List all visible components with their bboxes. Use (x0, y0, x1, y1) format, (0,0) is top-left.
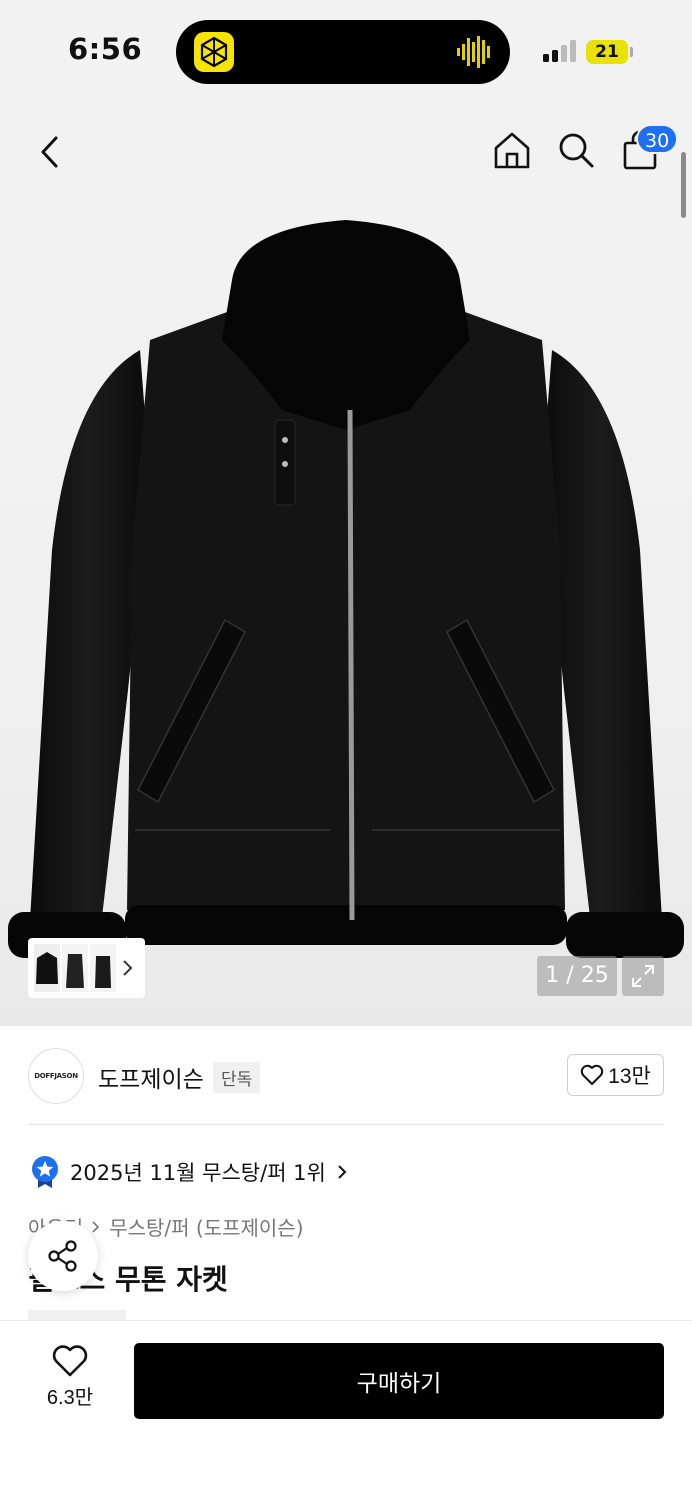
battery-indicator: 21 (586, 40, 628, 64)
share-button[interactable] (28, 1221, 98, 1291)
thumbnail-strip[interactable] (28, 938, 145, 998)
chevron-right-icon (92, 1220, 100, 1233)
home-button[interactable] (490, 128, 534, 172)
chevron-right-icon (123, 960, 133, 976)
heart-icon (580, 1064, 604, 1085)
ranking-badge-icon (32, 1156, 58, 1188)
scroll-indicator (681, 152, 686, 218)
product-like-button[interactable]: 6.3만 (30, 1345, 110, 1417)
heart-icon (52, 1345, 88, 1377)
chevron-left-icon (41, 136, 58, 168)
brand-name[interactable]: 도프제이슨 (98, 1060, 204, 1094)
product-like-count: 6.3만 (46, 1387, 94, 1409)
home-icon (494, 132, 530, 169)
thumbnail-1[interactable] (34, 944, 60, 992)
battery-tip (630, 47, 633, 57)
chevron-right-icon (338, 1165, 347, 1179)
breadcrumb-level2[interactable]: 무스탕/퍼 (도프제이슨) (109, 1212, 303, 1241)
brand-logo[interactable]: DOFFJASON (28, 1048, 84, 1104)
search-button[interactable] (554, 128, 598, 172)
brand-like-count: 13만 (608, 1065, 651, 1088)
dynamic-island (176, 20, 510, 84)
app-logo-icon (194, 32, 234, 72)
thumbnail-2[interactable] (62, 944, 88, 992)
status-time: 6:56 (68, 32, 143, 66)
fullscreen-button[interactable] (622, 956, 664, 996)
search-icon (559, 133, 594, 168)
cart-count-badge: 30 (636, 124, 679, 154)
audio-wave-icon (456, 34, 492, 70)
thumbnail-3[interactable] (90, 944, 116, 992)
product-photo (8, 220, 684, 958)
status-bar: 6:56 21 (0, 0, 692, 100)
product-image-gallery[interactable]: 30 1 / 25 (0, 100, 692, 1026)
cellular-signal-icon (543, 40, 577, 62)
back-button[interactable] (28, 130, 72, 174)
bottom-action-bar: 6.3만 구매하기 (0, 1320, 692, 1500)
section-divider (28, 1124, 664, 1125)
image-counter: 1 / 25 (537, 956, 617, 996)
exclusive-badge: 단독 (213, 1062, 261, 1093)
ranking-link[interactable]: 2025년 11월 무스탕/퍼 1위 (30, 1154, 348, 1190)
share-icon (48, 1240, 77, 1272)
ranking-text: 2025년 11월 무스탕/퍼 1위 (70, 1161, 326, 1185)
brand-row: DOFFJASON 도프제이슨 단독 13만 (0, 1026, 692, 1126)
buy-button[interactable]: 구매하기 (134, 1343, 664, 1419)
expand-icon (632, 965, 654, 987)
brand-like-button[interactable]: 13만 (567, 1054, 664, 1096)
